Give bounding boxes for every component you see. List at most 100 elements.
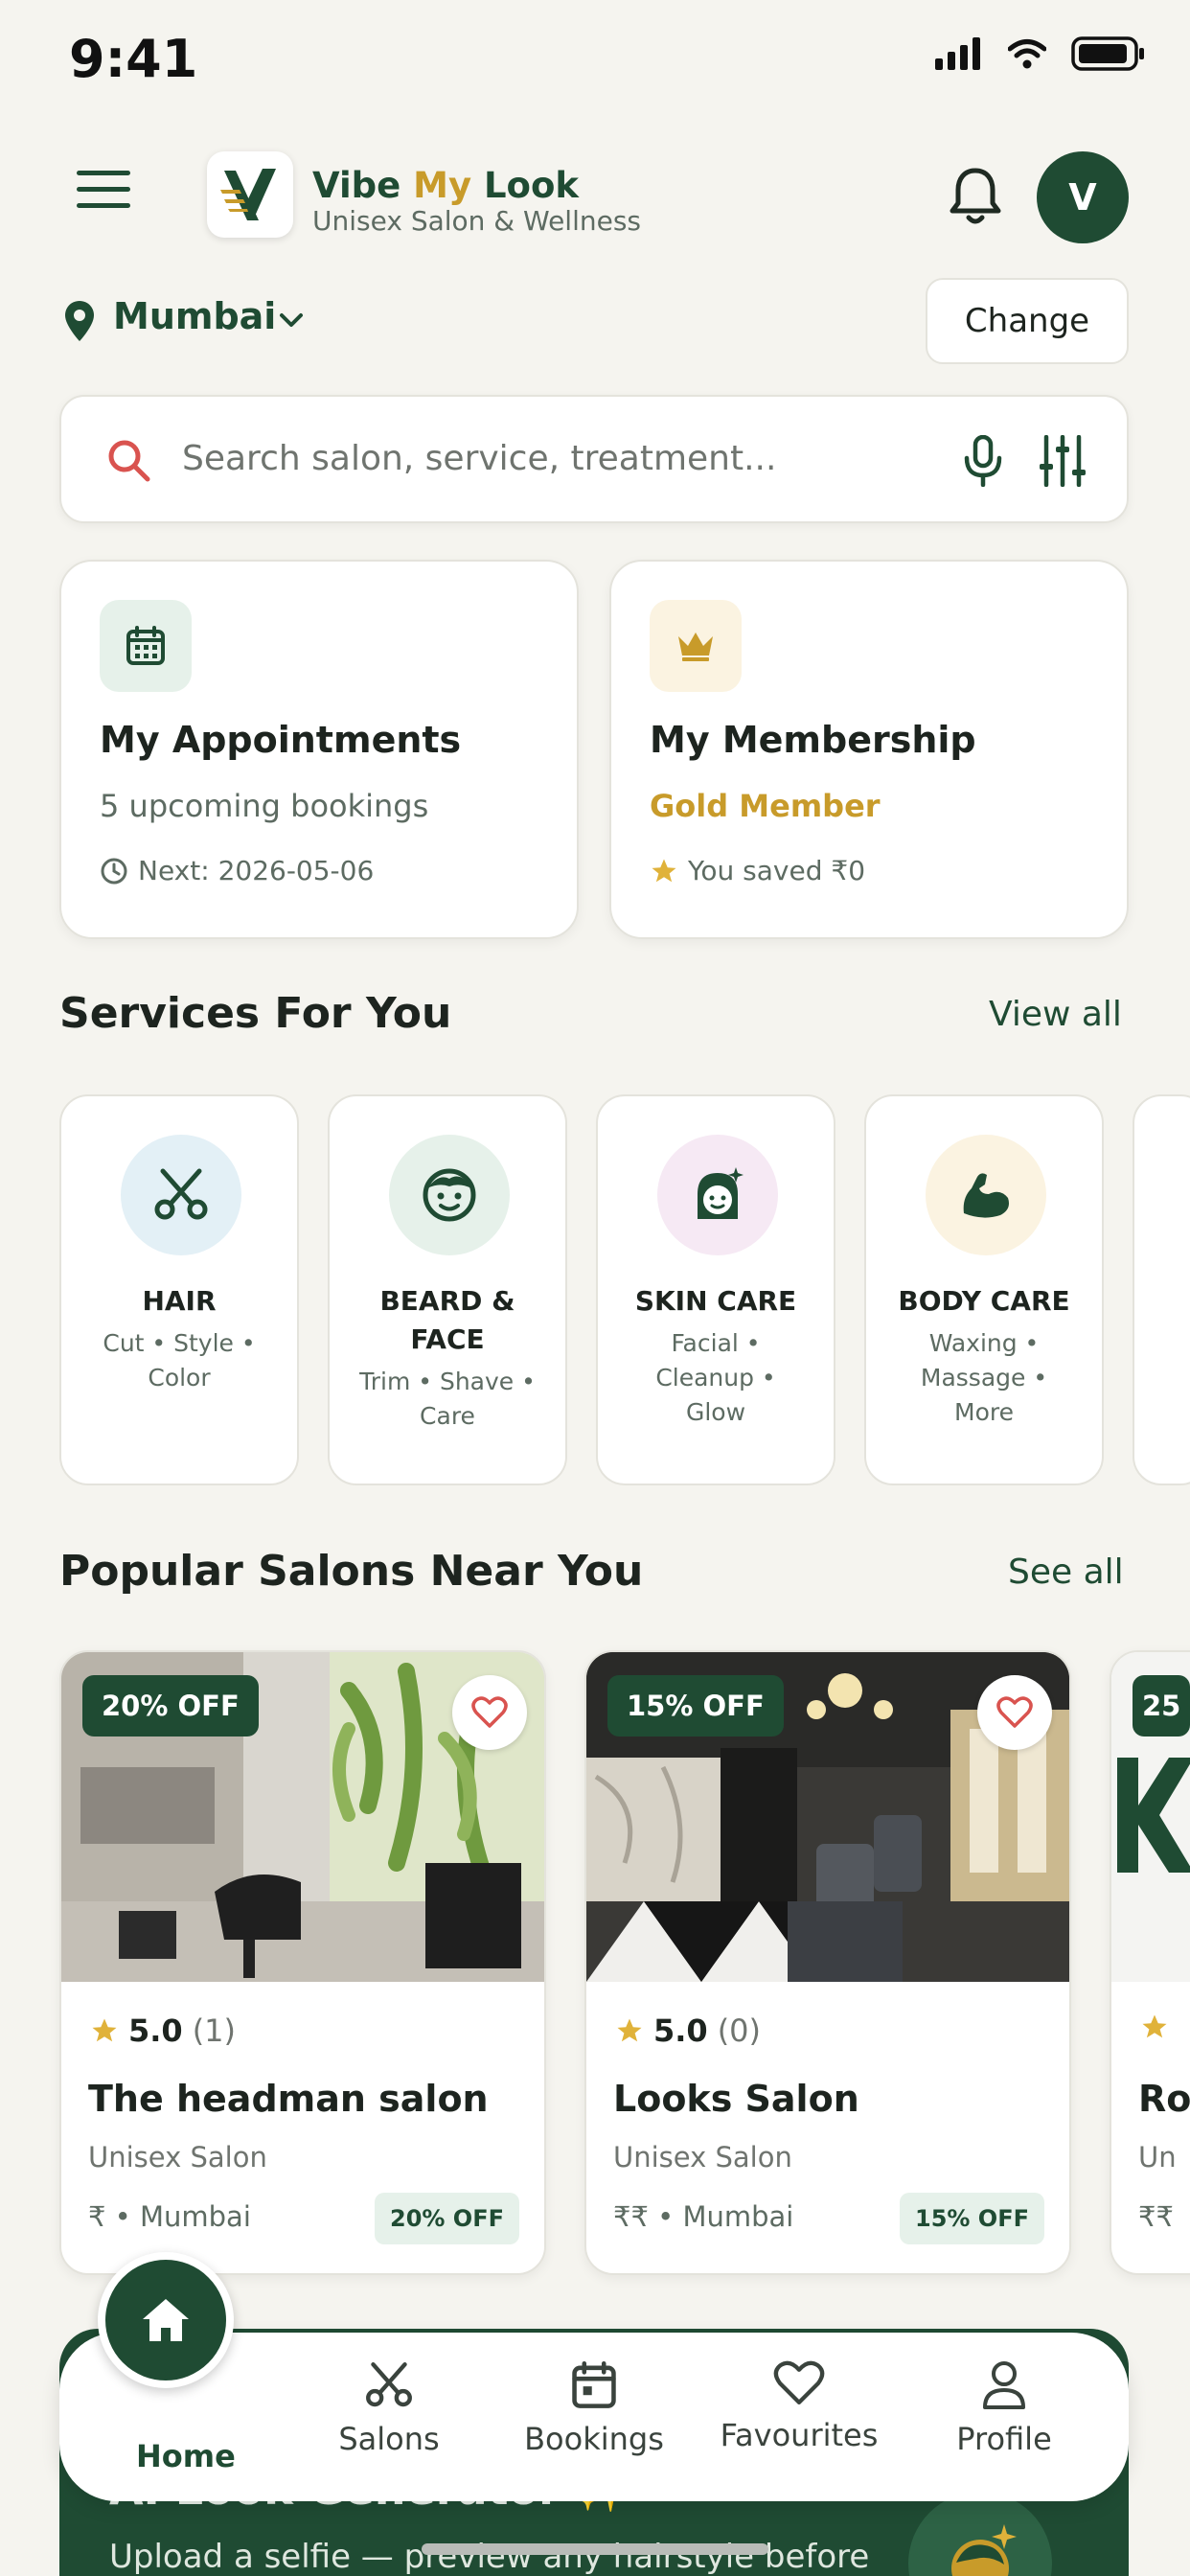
bell-icon: [950, 168, 1001, 224]
service-card-partial[interactable]: [1133, 1094, 1190, 1485]
salon-rating: 5.0 (0): [615, 2012, 761, 2049]
search-icon: [108, 440, 150, 482]
service-card-beard-face[interactable]: BEARD & FACE Trim • Shave • Care: [328, 1094, 567, 1485]
service-description: Waxing • Massage • More: [920, 1329, 1048, 1426]
chevron-down-icon[interactable]: [278, 309, 305, 332]
service-card-skin-care[interactable]: SKIN CARE Facial • Cleanup • Glow: [596, 1094, 835, 1485]
search-input[interactable]: Search salon, service, treatment...: [182, 439, 776, 478]
brand-name: Vibe My Look: [312, 165, 579, 206]
star-icon: [652, 859, 676, 882]
salons-section-title: Popular Salons Near You: [59, 1547, 644, 1596]
scissors-icon: [121, 1135, 241, 1255]
salon-card[interactable]: 20% OFF 5.0 (1) The headman salon Unisex …: [59, 1650, 546, 2275]
user-icon: [983, 2361, 1025, 2409]
salon-type: Un: [1138, 2141, 1177, 2174]
favourite-button[interactable]: [452, 1675, 527, 1750]
salon-card-partial[interactable]: 25 Ro Un ₹₹: [1110, 1650, 1190, 2275]
crown-icon: [650, 600, 742, 692]
face-icon: [389, 1135, 510, 1255]
home-icon: [143, 2299, 189, 2341]
discount-tag: 25: [1133, 1675, 1190, 1736]
salon-rating: [1140, 2012, 1169, 2041]
service-description: Cut • Style • Color: [103, 1329, 256, 1392]
nav-salons-label: Salons: [338, 2421, 440, 2457]
menu-button[interactable]: [77, 169, 142, 222]
nav-favourites[interactable]: Favourites: [703, 2359, 895, 2453]
clock-icon: [101, 858, 127, 884]
heart-icon: [471, 1696, 508, 1728]
avatar[interactable]: V: [1037, 151, 1129, 243]
next-appointment: Next: 2026-05-06: [100, 855, 374, 886]
battery-icon: [1071, 36, 1144, 71]
nav-profile-label: Profile: [956, 2421, 1052, 2457]
nav-home-label[interactable]: Home: [136, 2438, 236, 2474]
appointments-subtitle: 5 upcoming bookings: [100, 788, 429, 824]
salon-type: Unisex Salon: [88, 2141, 267, 2174]
salon-price-location: ₹₹ • Mumbai: [613, 2200, 794, 2233]
hamburger-icon: [77, 171, 130, 208]
nav-bookings-label: Bookings: [524, 2421, 664, 2457]
services-section-title: Services For You: [59, 989, 452, 1038]
star-icon: [617, 2018, 642, 2042]
wifi-icon: [1008, 39, 1046, 69]
nav-profile[interactable]: Profile: [908, 2359, 1100, 2457]
salon-name: Ro: [1138, 2078, 1190, 2120]
nav-home[interactable]: [98, 2252, 234, 2388]
service-card-body-care[interactable]: BODY CARE Waxing • Massage • More: [864, 1094, 1104, 1485]
membership-savings-text: You saved ₹0: [688, 855, 866, 886]
filter-sliders-icon[interactable]: [1039, 435, 1087, 487]
muscle-icon: [926, 1135, 1046, 1255]
appointments-card[interactable]: My Appointments 5 upcoming bookings Next…: [59, 560, 579, 939]
heart-icon: [773, 2360, 825, 2405]
microphone-icon[interactable]: [962, 435, 1004, 487]
salon-card[interactable]: 15% OFF 5.0 (0) Looks Salon Unisex Salon …: [584, 1650, 1071, 2275]
favourite-button[interactable]: [977, 1675, 1052, 1750]
discount-tag: 20% OFF: [82, 1675, 259, 1736]
calendar-icon: [100, 600, 192, 692]
salon-rating: 5.0 (1): [90, 2012, 236, 2049]
service-name: BEARD & FACE: [379, 1285, 515, 1355]
membership-card[interactable]: My Membership Gold Member You saved ₹0: [609, 560, 1129, 939]
search-bar[interactable]: Search salon, service, treatment...: [59, 395, 1129, 523]
ai-face-icon: [908, 2492, 1052, 2576]
signal-icon: [935, 37, 980, 70]
salons-see-all-link[interactable]: See all: [1008, 1552, 1124, 1592]
service-description: Trim • Shave • Care: [359, 1368, 536, 1430]
next-appointment-text: Next: 2026-05-06: [138, 855, 375, 886]
home-indicator: [422, 2543, 768, 2555]
nav-favourites-label: Favourites: [720, 2417, 879, 2453]
brand-logo: [207, 151, 293, 238]
status-icons: [935, 36, 1146, 71]
star-icon: [92, 2018, 117, 2042]
calendar-icon: [572, 2361, 616, 2408]
logo-v-icon: [220, 169, 276, 220]
nav-bookings[interactable]: Bookings: [498, 2359, 690, 2457]
service-description: Facial • Cleanup • Glow: [655, 1329, 776, 1426]
location-city[interactable]: Mumbai: [113, 295, 276, 337]
nav-salons[interactable]: Salons: [293, 2359, 485, 2457]
discount-tag: 15% OFF: [607, 1675, 784, 1736]
appointments-title: My Appointments: [100, 719, 462, 761]
salon-price-location: ₹₹: [1138, 2200, 1174, 2233]
location-pin-icon: [65, 301, 94, 341]
service-name: BODY CARE: [898, 1285, 1070, 1317]
membership-tier: Gold Member: [650, 788, 881, 824]
sparkle-face-icon: [657, 1135, 778, 1255]
change-location-button[interactable]: Change: [926, 278, 1129, 364]
membership-title: My Membership: [650, 719, 976, 761]
scissors-icon: [366, 2362, 412, 2407]
salon-offer-badge: 20% OFF: [375, 2193, 519, 2244]
salon-name: The headman salon: [88, 2078, 489, 2120]
salon-price-location: ₹ • Mumbai: [88, 2200, 251, 2233]
notifications-button[interactable]: [949, 165, 1010, 232]
star-icon: [1142, 2014, 1167, 2038]
status-time: 9:41: [69, 29, 198, 89]
service-name: HAIR: [142, 1285, 217, 1317]
membership-savings: You saved ₹0: [650, 855, 865, 886]
salon-type: Unisex Salon: [613, 2141, 792, 2174]
brand-tagline: Unisex Salon & Wellness: [312, 205, 642, 237]
salon-name: Looks Salon: [613, 2078, 859, 2120]
service-name: SKIN CARE: [634, 1285, 797, 1317]
service-card-hair[interactable]: HAIR Cut • Style • Color: [59, 1094, 299, 1485]
services-view-all-link[interactable]: View all: [989, 995, 1122, 1034]
